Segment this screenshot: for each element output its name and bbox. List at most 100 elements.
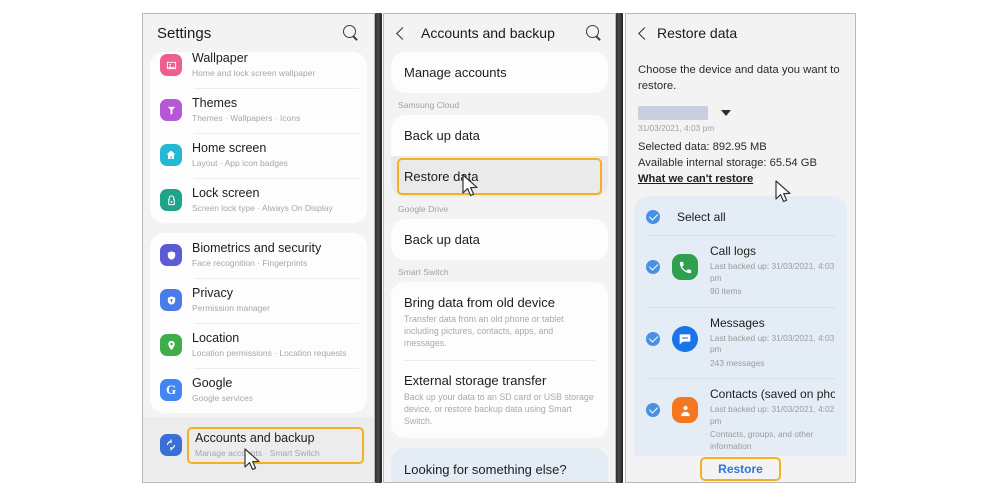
screenshot-stage: Settings Wallpaper Home and lock screen … bbox=[0, 0, 1000, 500]
item-title: Call logs bbox=[710, 244, 757, 258]
phone-panel-settings: Settings Wallpaper Home and lock screen … bbox=[142, 13, 375, 483]
checkbox-checked-icon[interactable] bbox=[646, 260, 660, 274]
google-drive-card: Back up data bbox=[391, 219, 608, 260]
item-last-backed-up: Last backed up: 31/03/2021, 4:03 pm bbox=[710, 261, 835, 283]
device-backup-date: 31/03/2021, 4:03 pm bbox=[638, 123, 715, 133]
chevron-down-icon[interactable] bbox=[721, 110, 731, 116]
messages-icon bbox=[672, 325, 698, 352]
group-label-smart-switch: Smart Switch bbox=[398, 267, 449, 277]
sidebar-item-biometrics[interactable]: Biometrics and security Face recognition… bbox=[150, 233, 367, 278]
search-icon[interactable] bbox=[586, 24, 603, 42]
settings-card-privacy: Biometrics and security Face recognition… bbox=[150, 233, 367, 413]
restore-body: Choose the device and data you want to r… bbox=[626, 52, 855, 187]
list-item[interactable]: Contacts (saved on pho… Last backed up: … bbox=[634, 378, 847, 461]
menu-item-manage-accounts[interactable]: Manage accounts bbox=[391, 52, 608, 93]
device-selector[interactable] bbox=[638, 106, 843, 120]
menu-item-label: Bring data from old device bbox=[404, 295, 556, 310]
sidebar-item-privacy[interactable]: Privacy Permission manager bbox=[150, 278, 367, 323]
checkbox-checked-icon[interactable] bbox=[646, 331, 660, 346]
sidebar-item-location[interactable]: Location Location permissions · Location… bbox=[150, 323, 367, 368]
sidebar-item-sub: Manage accounts · Smart Switch bbox=[195, 448, 320, 458]
google-icon: G bbox=[160, 379, 182, 401]
sidebar-item-sub: Permission manager bbox=[192, 303, 270, 313]
call-logs-icon bbox=[672, 254, 698, 280]
sidebar-item-label: Biometrics and security bbox=[192, 241, 322, 255]
sidebar-item-label: Themes bbox=[192, 96, 238, 110]
sidebar-item-label: Location bbox=[192, 331, 240, 345]
menu-item-label: External storage transfer bbox=[404, 373, 547, 388]
checkbox-checked-icon[interactable] bbox=[646, 210, 660, 224]
menu-item-external-storage-transfer[interactable]: External storage transfer Back up your d… bbox=[391, 360, 608, 438]
sidebar-item-wallpaper[interactable]: Wallpaper Home and lock screen wallpaper bbox=[150, 52, 367, 88]
location-icon bbox=[160, 334, 182, 356]
page-title: Restore data bbox=[657, 25, 738, 41]
sidebar-item-sub: Screen lock type · Always On Display bbox=[192, 203, 333, 213]
sidebar-item-label: Lock screen bbox=[192, 186, 260, 200]
item-count: 90 items bbox=[710, 286, 742, 296]
item-last-backed-up: Last backed up: 31/03/2021, 4:02 pm bbox=[710, 404, 835, 426]
sidebar-item-google[interactable]: G Google Google services bbox=[150, 368, 367, 413]
looking-for-something-else-card: Looking for something else? Reset Samsun… bbox=[391, 448, 608, 482]
looking-for-title: Looking for something else? bbox=[404, 462, 567, 477]
phone-bezel-2 bbox=[616, 13, 623, 483]
biometrics-icon bbox=[160, 244, 182, 266]
what-we-cant-restore-link[interactable]: What we can't restore bbox=[638, 171, 843, 187]
select-all-row[interactable]: Select all bbox=[634, 198, 847, 235]
sidebar-item-sub: Google services bbox=[192, 393, 253, 403]
sidebar-item-sub: Themes · Wallpapers · Icons bbox=[192, 113, 301, 123]
samsung-cloud-card: Back up data Restore data bbox=[391, 115, 608, 197]
card-gap bbox=[384, 438, 615, 448]
list-item[interactable]: Messages Last backed up: 31/03/2021, 4:0… bbox=[634, 306, 847, 379]
restore-intro-text: Choose the device and data you want to r… bbox=[638, 64, 840, 92]
group-label-google-drive: Google Drive bbox=[398, 204, 449, 214]
menu-item-label: Restore data bbox=[404, 169, 479, 184]
checkbox-checked-icon[interactable] bbox=[646, 403, 660, 417]
restore-button[interactable]: Restore bbox=[700, 457, 781, 481]
group-label-samsung-cloud: Samsung Cloud bbox=[398, 100, 460, 110]
sidebar-item-themes[interactable]: Themes Themes · Wallpapers · Icons bbox=[150, 88, 367, 133]
sidebar-item-lock-screen[interactable]: Lock screen Screen lock type · Always On… bbox=[150, 178, 367, 223]
themes-icon bbox=[160, 99, 182, 121]
available-storage-text: Available internal storage: 65.54 GB bbox=[638, 156, 817, 169]
restore-header: Restore data bbox=[626, 14, 855, 52]
settings-card-gap bbox=[143, 223, 374, 233]
sidebar-item-accounts-and-backup[interactable]: Accounts and backup Manage accounts · Sm… bbox=[143, 417, 374, 481]
phone-bezel-1 bbox=[375, 13, 382, 483]
selected-data-text: Selected data: 892.95 MB bbox=[638, 141, 767, 153]
settings-card-appearance: Wallpaper Home and lock screen wallpaper… bbox=[150, 52, 367, 223]
menu-item-sub: Transfer data from an old phone or table… bbox=[404, 314, 564, 348]
restore-action-bar: Restore bbox=[634, 456, 847, 482]
manage-accounts-card: Manage accounts bbox=[391, 52, 608, 93]
menu-item-samsung-back-up-data[interactable]: Back up data bbox=[391, 115, 608, 156]
menu-item-sub: Back up your data to an SD card or USB s… bbox=[404, 392, 594, 426]
menu-item-restore-data[interactable]: Restore data bbox=[391, 156, 608, 197]
phone-panel-accounts-backup: Accounts and backup Manage accounts Sams… bbox=[383, 13, 616, 483]
back-arrow-icon[interactable] bbox=[396, 26, 409, 40]
item-title: Messages bbox=[710, 315, 765, 330]
sidebar-item-sub: Location permissions · Location requests bbox=[192, 348, 347, 358]
accounts-header: Accounts and backup bbox=[384, 14, 615, 52]
sidebar-item-label: Wallpaper bbox=[192, 52, 248, 65]
sidebar-item-home-screen[interactable]: Home screen Layout · App icon badges bbox=[150, 133, 367, 178]
list-item[interactable]: Call logs Last backed up: 31/03/2021, 4:… bbox=[634, 235, 847, 307]
back-arrow-icon[interactable] bbox=[638, 26, 651, 40]
sidebar-item-label: Privacy bbox=[192, 286, 233, 300]
lock-screen-icon bbox=[160, 189, 182, 211]
contacts-icon bbox=[672, 397, 698, 423]
item-last-backed-up: Last backed up: 31/03/2021, 4:03 pm bbox=[710, 332, 835, 355]
settings-header: Settings bbox=[143, 14, 374, 52]
menu-item-google-back-up-data[interactable]: Back up data bbox=[391, 219, 608, 260]
smart-switch-card: Bring data from old device Transfer data… bbox=[391, 282, 608, 438]
home-screen-icon bbox=[160, 144, 182, 166]
page-title: Settings bbox=[157, 24, 212, 42]
phone-panel-restore-data: Restore data Choose the device and data … bbox=[625, 13, 856, 483]
sidebar-item-sub: Face recognition · Fingerprints bbox=[192, 258, 308, 268]
select-all-label: Select all bbox=[677, 210, 726, 224]
sidebar-item-sub: Layout · App icon badges bbox=[192, 158, 288, 168]
search-icon[interactable] bbox=[343, 24, 360, 42]
device-name-redacted bbox=[638, 106, 708, 120]
item-title: Contacts (saved on pho… bbox=[710, 387, 835, 401]
menu-item-bring-data-from-old-device[interactable]: Bring data from old device Transfer data… bbox=[391, 282, 608, 360]
item-count: 243 messages bbox=[710, 357, 765, 368]
sidebar-item-label: Google bbox=[192, 376, 233, 390]
